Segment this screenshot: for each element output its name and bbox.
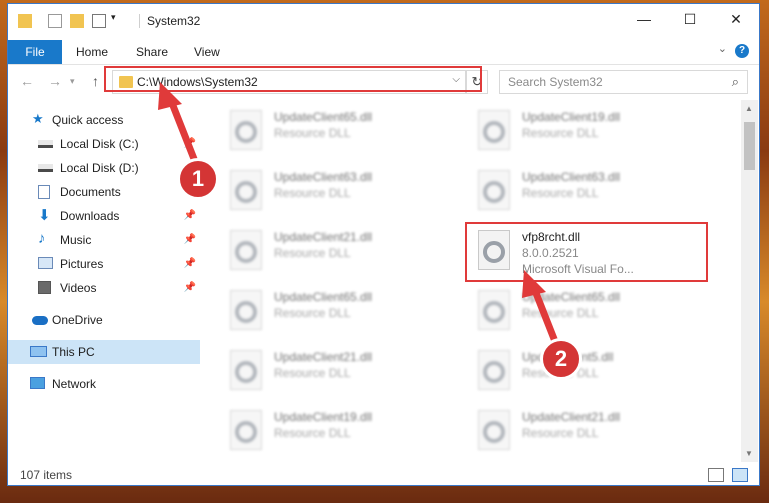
arrow-1-shaft [166, 96, 200, 166]
arrow-1-head [158, 82, 182, 110]
annotation-arrows [158, 82, 560, 346]
arrow-2-shaft [530, 286, 560, 346]
step-2-badge: 2 [540, 338, 582, 380]
arrow-2-head [522, 270, 546, 298]
step-1-badge: 1 [177, 158, 219, 200]
